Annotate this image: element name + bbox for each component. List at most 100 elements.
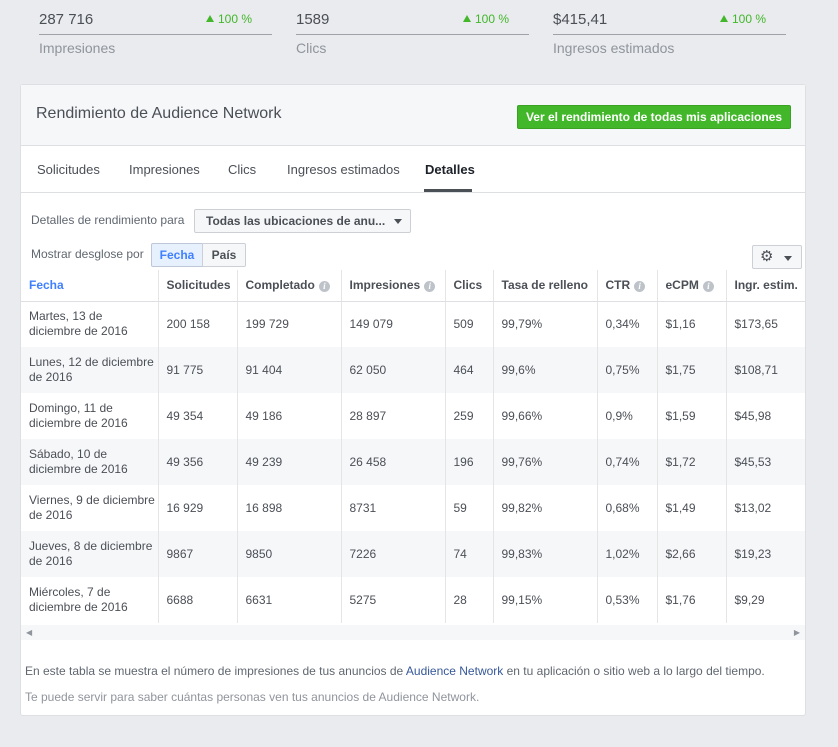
cell-fecha: Viernes, 9 de diciembre de 2016 <box>29 493 155 522</box>
cell-ecpm: $1,72 <box>656 439 726 485</box>
up-triangle-icon <box>719 15 728 22</box>
view-all-apps-button[interactable]: Ver el rendimiento de todas mis aplicaci… <box>517 105 791 129</box>
cell-fecha: Lunes, 12 de diciembre de 2016 <box>21 347 158 393</box>
stat-label: Clics <box>296 40 327 56</box>
audience-network-card: Rendimiento de Audience Network Ver el r… <box>20 84 806 716</box>
stat-divider <box>39 34 272 35</box>
cell-ctr: 0,75% <box>596 347 657 393</box>
column-header-label: Tasa de relleno <box>501 278 588 293</box>
cell-fecha: Sábado, 10 de diciembre de 2016 <box>21 439 158 485</box>
cell-solicitudes: 49 356 <box>157 439 237 485</box>
cell-tasa: 99,76% <box>492 439 597 485</box>
placement-select[interactable]: Todas las ubicaciones de anu... <box>194 209 411 233</box>
cell-impresiones: 26 458 <box>340 439 445 485</box>
table-body: Martes, 13 de diciembre de 2016 200 158 19… <box>21 301 805 623</box>
cell-ctr: 0,9% <box>596 393 657 439</box>
details-table-wrapper[interactable]: Fecha Solicitudes Completado i Impresione… <box>21 270 805 626</box>
cell-fecha: Martes, 13 de diciembre de 2016 <box>29 309 128 339</box>
cell-solicitudes: 16 929 <box>157 485 237 531</box>
tab-bar: Solicitudes Impresiones Clics Ingresos e… <box>21 146 805 193</box>
column-header-label: Solicitudes <box>166 278 231 293</box>
stat-divider <box>553 34 786 35</box>
tab-solicitudes[interactable]: Solicitudes <box>37 162 100 177</box>
cell-ingresos: $9,29 <box>725 577 805 623</box>
chevron-down-icon <box>784 256 792 261</box>
cell-ctr: 0,74% <box>596 439 657 485</box>
stat-label: Ingresos estimados <box>553 40 675 56</box>
horizontal-scrollbar[interactable]: ◀ ▶ <box>21 625 805 640</box>
column-header-ingresos[interactable]: Ingr. estim. <box>725 270 805 302</box>
cell-impresiones: 8731 <box>340 485 445 531</box>
cell-ecpm: $1,16 <box>656 301 726 347</box>
info-icon[interactable]: i <box>634 281 646 293</box>
cell-impresiones: 28 897 <box>340 393 445 439</box>
stat-delta-value: 100 % <box>217 12 252 26</box>
cell-solicitudes: 200 158 <box>157 301 237 347</box>
cell-impresiones: 62 050 <box>340 347 445 393</box>
cell-ecpm: $2,66 <box>656 531 726 577</box>
stat-delta: 100 % <box>205 12 252 26</box>
cell-completado: 6631 <box>236 577 341 623</box>
info-icon[interactable]: i <box>424 281 436 293</box>
cell-tasa: 99,83% <box>492 531 597 577</box>
column-header-ctr[interactable]: CTR i <box>596 270 657 302</box>
breakdown-label: Mostrar desglose por <box>31 247 144 261</box>
info-icon[interactable]: i <box>702 281 714 293</box>
cell-fecha: Miércoles, 7 de diciembre de 2016 <box>29 585 128 614</box>
scroll-left-icon[interactable]: ◀ <box>26 628 32 637</box>
cell-fecha: Jueves, 8 de diciembre de 2016 <box>21 531 158 577</box>
cell-tasa: 99,79% <box>492 301 597 347</box>
cell-completado: 49 186 <box>236 393 341 439</box>
column-header-clics[interactable]: Clics <box>444 270 493 302</box>
column-header-label: eCPM <box>665 278 699 293</box>
cell-completado: 49 239 <box>236 439 341 485</box>
cell-solicitudes: 91 775 <box>157 347 237 393</box>
breakdown-fecha-button[interactable]: Fecha <box>151 243 203 267</box>
summary-stats: 287 716 100 % Impresiones 1589 100 % Cli… <box>0 0 838 70</box>
scroll-right-icon[interactable]: ▶ <box>794 628 800 637</box>
column-header-fecha[interactable]: Fecha <box>21 270 158 302</box>
column-header-ecpm[interactable]: eCPM i <box>656 270 726 302</box>
cell-fecha: Domingo, 11 de diciembre de 2016 <box>29 401 128 430</box>
tab-ingresos-estimados[interactable]: Ingresos estimados <box>287 162 400 177</box>
info-icon[interactable]: i <box>318 281 330 293</box>
column-header-solicitudes[interactable]: Solicitudes <box>157 270 237 302</box>
stat-divider <box>296 34 529 35</box>
stat-clicks: 1589 100 % Clics <box>296 0 529 64</box>
stat-value: 1589 <box>296 11 330 28</box>
details-table: Fecha Solicitudes Completado i Impresione… <box>21 270 805 623</box>
gear-icon: ⚙ <box>760 248 774 265</box>
column-header-label: Ingr. estim. <box>734 278 798 293</box>
cell-clics: 59 <box>444 485 493 531</box>
cell-ingresos: $13,02 <box>725 485 805 531</box>
cell-ctr: 0,53% <box>596 577 657 623</box>
stat-value: 287 716 <box>39 11 94 28</box>
tab-clics[interactable]: Clics <box>228 162 256 177</box>
cell-ctr: 0,34% <box>596 301 657 347</box>
column-header-impresiones[interactable]: Impresiones i <box>340 270 445 302</box>
cell-clics: 74 <box>444 531 493 577</box>
breakdown-pais-button[interactable]: País <box>202 243 246 267</box>
cell-ingresos: $45,98 <box>725 393 805 439</box>
cell-clics: 464 <box>444 347 493 393</box>
cell-solicitudes: 49 354 <box>157 393 237 439</box>
cell-clics: 509 <box>444 301 493 347</box>
tab-impresiones[interactable]: Impresiones <box>129 162 200 177</box>
stat-delta-value: 100 % <box>731 12 766 26</box>
cell-impresiones: 5275 <box>340 577 445 623</box>
cell-ingresos: $173,65 <box>725 301 805 347</box>
card-header: Rendimiento de Audience Network Ver el r… <box>21 85 805 146</box>
column-header-tasa-de-relleno[interactable]: Tasa de relleno <box>492 270 597 302</box>
settings-dropdown-button[interactable]: ⚙ <box>752 245 802 269</box>
column-header-completado[interactable]: Completado i <box>236 270 341 302</box>
stat-revenue: $415,41 100 % Ingresos estimados <box>553 0 786 64</box>
table-row: Sábado, 10 de diciembre de 2016 49 356 49 … <box>21 439 805 485</box>
audience-network-link[interactable]: Audience Network <box>406 664 503 678</box>
cell-ecpm: $1,59 <box>656 393 726 439</box>
column-header-label: Completado <box>245 278 315 293</box>
stat-value: $415,41 <box>553 11 608 28</box>
cell-impresiones: 149 079 <box>340 301 445 347</box>
table-row: Jueves, 8 de diciembre de 2016 9867 9850 72… <box>21 531 805 577</box>
cell-ingresos: $108,71 <box>725 347 805 393</box>
tab-detalles[interactable]: Detalles <box>425 162 475 177</box>
